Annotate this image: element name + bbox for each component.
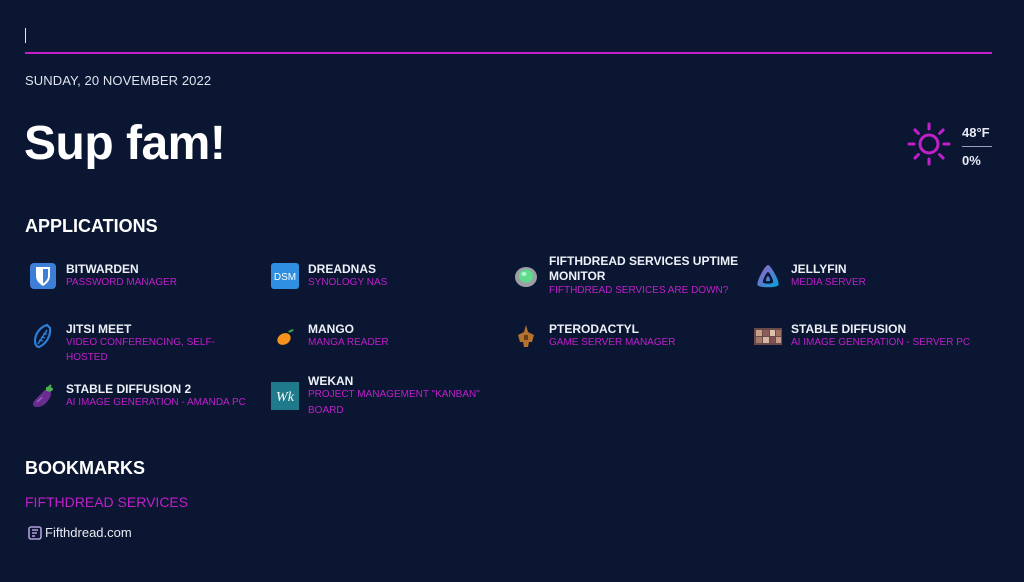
app-stable-diffusion-2[interactable]: Stable Diffusion 2 AI Image Generation -… — [25, 374, 257, 418]
weather-widget: 48°F 0% — [905, 122, 997, 172]
pterodactyl-icon — [518, 325, 534, 347]
app-description: Video Conferencing, Self-Hosted — [66, 337, 215, 363]
app-description: Password Manager — [66, 277, 177, 288]
dsm-icon-text: DSM — [274, 272, 296, 283]
app-bitwarden[interactable]: Bitwarden Password Manager — [25, 254, 257, 298]
wekan-icon: Wk — [271, 382, 299, 410]
applications-heading: APPLICATIONS — [25, 216, 158, 236]
app-description: Manga Reader — [308, 337, 389, 348]
wekan-icon-text: Wk — [276, 390, 295, 405]
app-uptime-monitor[interactable]: Fifthdread Services Uptime Monitor Fifth… — [508, 254, 740, 298]
app-description: Project Management "Kanban" Board — [308, 389, 480, 416]
eggplant-icon — [32, 384, 54, 408]
weather-divider — [962, 146, 992, 147]
text-caret — [25, 28, 26, 43]
fifthdread-icon — [28, 526, 42, 540]
app-description: Media Server — [791, 277, 866, 288]
app-name: Fifthdread Services Uptime Monitor — [549, 254, 739, 283]
app-description: AI Image Generation - Server PC — [791, 337, 971, 348]
bookmark-group-title: Fifthdread Services — [25, 494, 189, 510]
bookmarks-heading: BOOKMARKS — [25, 458, 145, 478]
app-jellyfin[interactable]: Jellyfin Media Server — [750, 254, 982, 298]
temperature: 48°F — [962, 125, 990, 140]
jellyfin-icon — [757, 265, 779, 288]
precipitation: 0% — [962, 153, 981, 168]
jitsi-icon — [33, 323, 52, 349]
app-stable-diffusion[interactable]: Stable Diffusion AI Image Generation - S… — [750, 314, 982, 358]
app-dreadnas[interactable]: DSM DreadNAS Synology NAS — [267, 254, 499, 298]
dsm-icon: DSM — [271, 263, 299, 289]
app-description: Synology NAS — [308, 277, 388, 288]
app-jitsi-meet[interactable]: Jitsi Meet Video Conferencing, Self-Host… — [25, 314, 257, 363]
uptime-kuma-icon — [515, 267, 537, 287]
app-description: AI Image Generation - Amanda PC — [66, 397, 246, 408]
mango-icon — [277, 329, 294, 345]
bitwarden-icon — [30, 263, 56, 289]
date-label: SUNDAY, 20 NOVEMBER 2022 — [25, 73, 212, 88]
app-description: Fifthdread Services are down? — [549, 285, 729, 296]
dashboard: SUNDAY, 20 NOVEMBER 2022 Sup fam! 48°F 0… — [0, 0, 1024, 582]
sun-icon — [907, 122, 951, 166]
greeting-heading: Sup fam! — [24, 117, 226, 170]
stable-diffusion-icon — [754, 328, 782, 345]
app-mango[interactable]: Mango Manga Reader — [267, 314, 499, 358]
bookmark-label: Fifthdread.com — [45, 525, 132, 540]
app-pterodactyl[interactable]: Pterodactyl Game Server Manager — [508, 314, 740, 358]
app-wekan[interactable]: Wk Wekan Project Management "Kanban" Boa… — [267, 374, 499, 418]
search-bar[interactable] — [25, 24, 992, 54]
app-description: Game Server Manager — [549, 337, 676, 348]
